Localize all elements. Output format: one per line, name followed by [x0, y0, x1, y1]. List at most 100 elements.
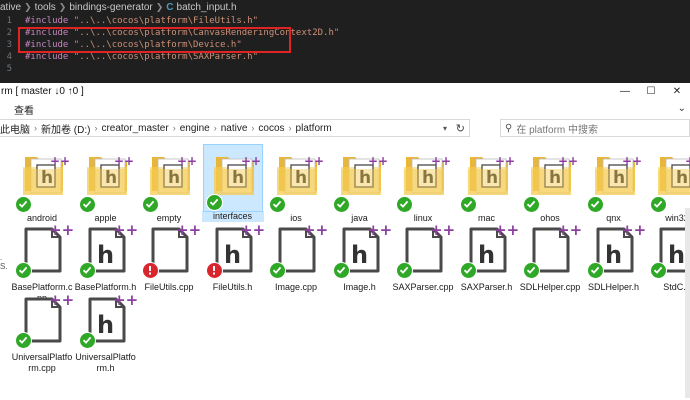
close-button[interactable]: ✕ [664, 86, 690, 97]
title-bar[interactable]: rm [ master ↓0 ↑0 ] — ☐ ✕ [0, 83, 690, 99]
file-item[interactable]: h ++ Image.h [329, 218, 391, 293]
chevron-right-icon: › [94, 123, 98, 133]
folder-item[interactable]: h ++ ios [265, 144, 327, 224]
cpp-header-file-icon: h ++ [76, 288, 137, 350]
folder-icon: h++ [202, 144, 263, 212]
maximize-button[interactable]: ☐ [638, 86, 664, 97]
folder-item[interactable]: h ++ ohos [519, 144, 581, 224]
folder-icon: h++ [139, 144, 199, 214]
address-segment[interactable]: platform [296, 123, 332, 134]
svg-text:++: ++ [177, 154, 197, 168]
refresh-icon[interactable]: ↻ [456, 122, 465, 135]
breadcrumb-item[interactable]: bindings-generator [69, 2, 152, 13]
svg-text:++: ++ [240, 221, 264, 239]
chevron-down-icon[interactable]: ▾ [443, 124, 447, 133]
folder-item[interactable]: h ++ qnx [583, 144, 645, 224]
error-status-icon [142, 262, 159, 279]
file-item[interactable]: h ++ FileUtils.h [202, 218, 264, 293]
svg-text:h: h [605, 241, 622, 269]
synced-check-icon [78, 196, 96, 213]
file-item[interactable]: h++ StdC.h [646, 218, 690, 293]
item-label: FileUtils.cpp [144, 282, 194, 292]
folder-icon: h++ [457, 144, 517, 214]
folder-item[interactable]: h ++ java [329, 144, 391, 224]
line-number: 3 [6, 40, 12, 50]
folder-item[interactable]: h ++ mac [456, 144, 518, 224]
synced-check-icon [15, 262, 32, 279]
cpp-header-file-icon: h++ [647, 218, 690, 280]
item-label: Image.h [343, 282, 376, 292]
chevron-right-icon: ❯ [155, 1, 164, 12]
svg-text:++: ++ [49, 221, 73, 239]
breadcrumb-item[interactable]: batch_input.h [177, 2, 237, 13]
synced-check-icon [269, 196, 286, 213]
address-segment[interactable]: creator_master [101, 123, 168, 134]
synced-check-icon [142, 196, 159, 213]
address-segment[interactable]: engine [180, 123, 210, 134]
file-item[interactable]: h ++ SAXParser.h [456, 218, 518, 293]
ribbon-menu: 查看 ⌄ [0, 99, 690, 119]
folder-icon: h++ [520, 144, 580, 214]
item-label: SAXParser.cpp [392, 282, 454, 292]
item-label: StdC.h [663, 282, 690, 292]
vertical-scrollbar[interactable] [685, 208, 690, 398]
chevron-right-icon: › [172, 123, 176, 133]
synced-check-icon [523, 262, 540, 279]
breadcrumb-item[interactable]: ative [0, 2, 21, 13]
synced-check-icon [15, 332, 32, 349]
chevron-right-icon: › [288, 123, 292, 133]
file-item[interactable]: ++ Image.cpp [265, 218, 327, 293]
cpp-header-file-icon: h++ [457, 218, 518, 280]
synced-check-icon [332, 262, 350, 279]
folder-item[interactable]: h ++ android [11, 144, 73, 224]
file-item[interactable]: ++ SAXParser.cpp [392, 218, 454, 293]
folder-item[interactable]: h++win32 [646, 144, 690, 224]
file-item[interactable]: h ++ UniversalPlatform.h [75, 288, 137, 374]
svg-text:++: ++ [114, 154, 134, 168]
address-segment[interactable]: native [221, 123, 248, 134]
address-segment[interactable]: cocos [258, 123, 284, 134]
file-item[interactable]: ++ UniversalPlatform.cpp [11, 288, 73, 374]
folder-item[interactable]: h ++ apple [75, 144, 137, 224]
synced-check-icon [586, 196, 604, 213]
code-line[interactable]: 1 #include "..\..\cocos\platform\FileUtil… [0, 15, 690, 27]
file-item[interactable]: ++ SDLHelper.cpp [519, 218, 581, 293]
file-item[interactable]: h ++ SDLHelper.h [583, 218, 645, 293]
search-input[interactable]: ⚲ 在 platform 中搜索 [500, 119, 690, 137]
file-item[interactable]: h ++ BasePlatform.h [75, 218, 137, 293]
left-margin-text: . S. [0, 253, 8, 271]
address-segment[interactable]: 新加卷 (D:) [41, 121, 90, 136]
address-segment[interactable]: 此电脑 [0, 121, 30, 136]
svg-text:h: h [97, 311, 114, 339]
breadcrumb-item[interactable]: tools [35, 2, 56, 13]
chevron-right-icon: › [213, 123, 217, 133]
synced-check-icon [332, 196, 350, 213]
file-item[interactable]: ++ FileUtils.cpp [138, 218, 200, 293]
item-label: UniversalPlatform.h [75, 352, 136, 373]
view-menu-tab[interactable]: 查看 [14, 102, 34, 117]
cpp-source-file-icon: ++ [266, 218, 327, 280]
synced-check-icon [78, 262, 96, 279]
svg-text:h: h [97, 241, 114, 269]
svg-text:h: h [668, 241, 685, 269]
item-label: SDLHelper.cpp [519, 282, 581, 292]
svg-text:++: ++ [304, 154, 324, 168]
folder-item[interactable]: h ++ empty [138, 144, 200, 224]
synced-check-icon [205, 194, 223, 211]
folder-icon: h++ [584, 144, 644, 214]
cpp-header-file-icon: h++ [76, 218, 137, 280]
synced-check-icon [523, 196, 540, 213]
svg-text:++: ++ [368, 154, 388, 168]
window-title: rm [ master ↓0 ↑0 ] [1, 85, 84, 97]
chevron-down-icon[interactable]: ⌄ [678, 103, 686, 114]
code-line[interactable]: 5 [0, 63, 690, 75]
svg-text:++: ++ [113, 291, 137, 309]
synced-check-icon [459, 196, 477, 213]
minimize-button[interactable]: — [612, 86, 638, 97]
file-explorer-window: rm [ master ↓0 ↑0 ] — ☐ ✕ 查看 ⌄ 此电脑 › 新加卷… [0, 83, 690, 400]
line-number: 5 [6, 64, 12, 74]
synced-check-icon [459, 262, 477, 279]
folder-item[interactable]: h ++ interfaces [201, 144, 264, 222]
folder-item[interactable]: h ++ linux [392, 144, 454, 224]
address-bar[interactable]: 此电脑 › 新加卷 (D:) › creator_master › engine… [0, 119, 470, 137]
